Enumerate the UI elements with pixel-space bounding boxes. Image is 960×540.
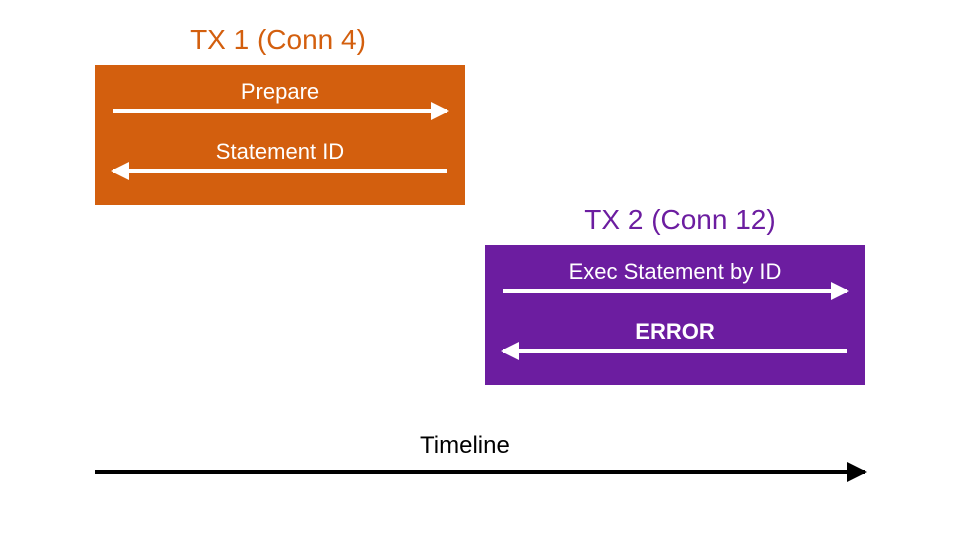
arrow-left-icon: [503, 349, 847, 353]
tx2-row-exec: Exec Statement by ID: [503, 259, 847, 293]
arrow-left-icon: [113, 169, 447, 173]
tx2-error-label: ERROR: [503, 319, 847, 345]
tx1-row-prepare: Prepare: [113, 79, 447, 113]
tx1-statement-id-label: Statement ID: [113, 139, 447, 165]
tx2-title: TX 2 (Conn 12): [530, 204, 830, 236]
tx2-row-error: ERROR: [503, 319, 847, 353]
tx1-title: TX 1 (Conn 4): [138, 24, 418, 56]
tx1-row-statement-id: Statement ID: [113, 139, 447, 173]
tx1-prepare-label: Prepare: [113, 79, 447, 105]
arrow-right-icon: [503, 289, 847, 293]
timeline-label: Timeline: [420, 432, 510, 460]
timeline-arrow-icon: [95, 470, 865, 474]
tx1-box: Prepare Statement ID: [95, 65, 465, 205]
arrow-right-icon: [113, 109, 447, 113]
tx2-exec-label: Exec Statement by ID: [503, 259, 847, 285]
tx2-box: Exec Statement by ID ERROR: [485, 245, 865, 385]
